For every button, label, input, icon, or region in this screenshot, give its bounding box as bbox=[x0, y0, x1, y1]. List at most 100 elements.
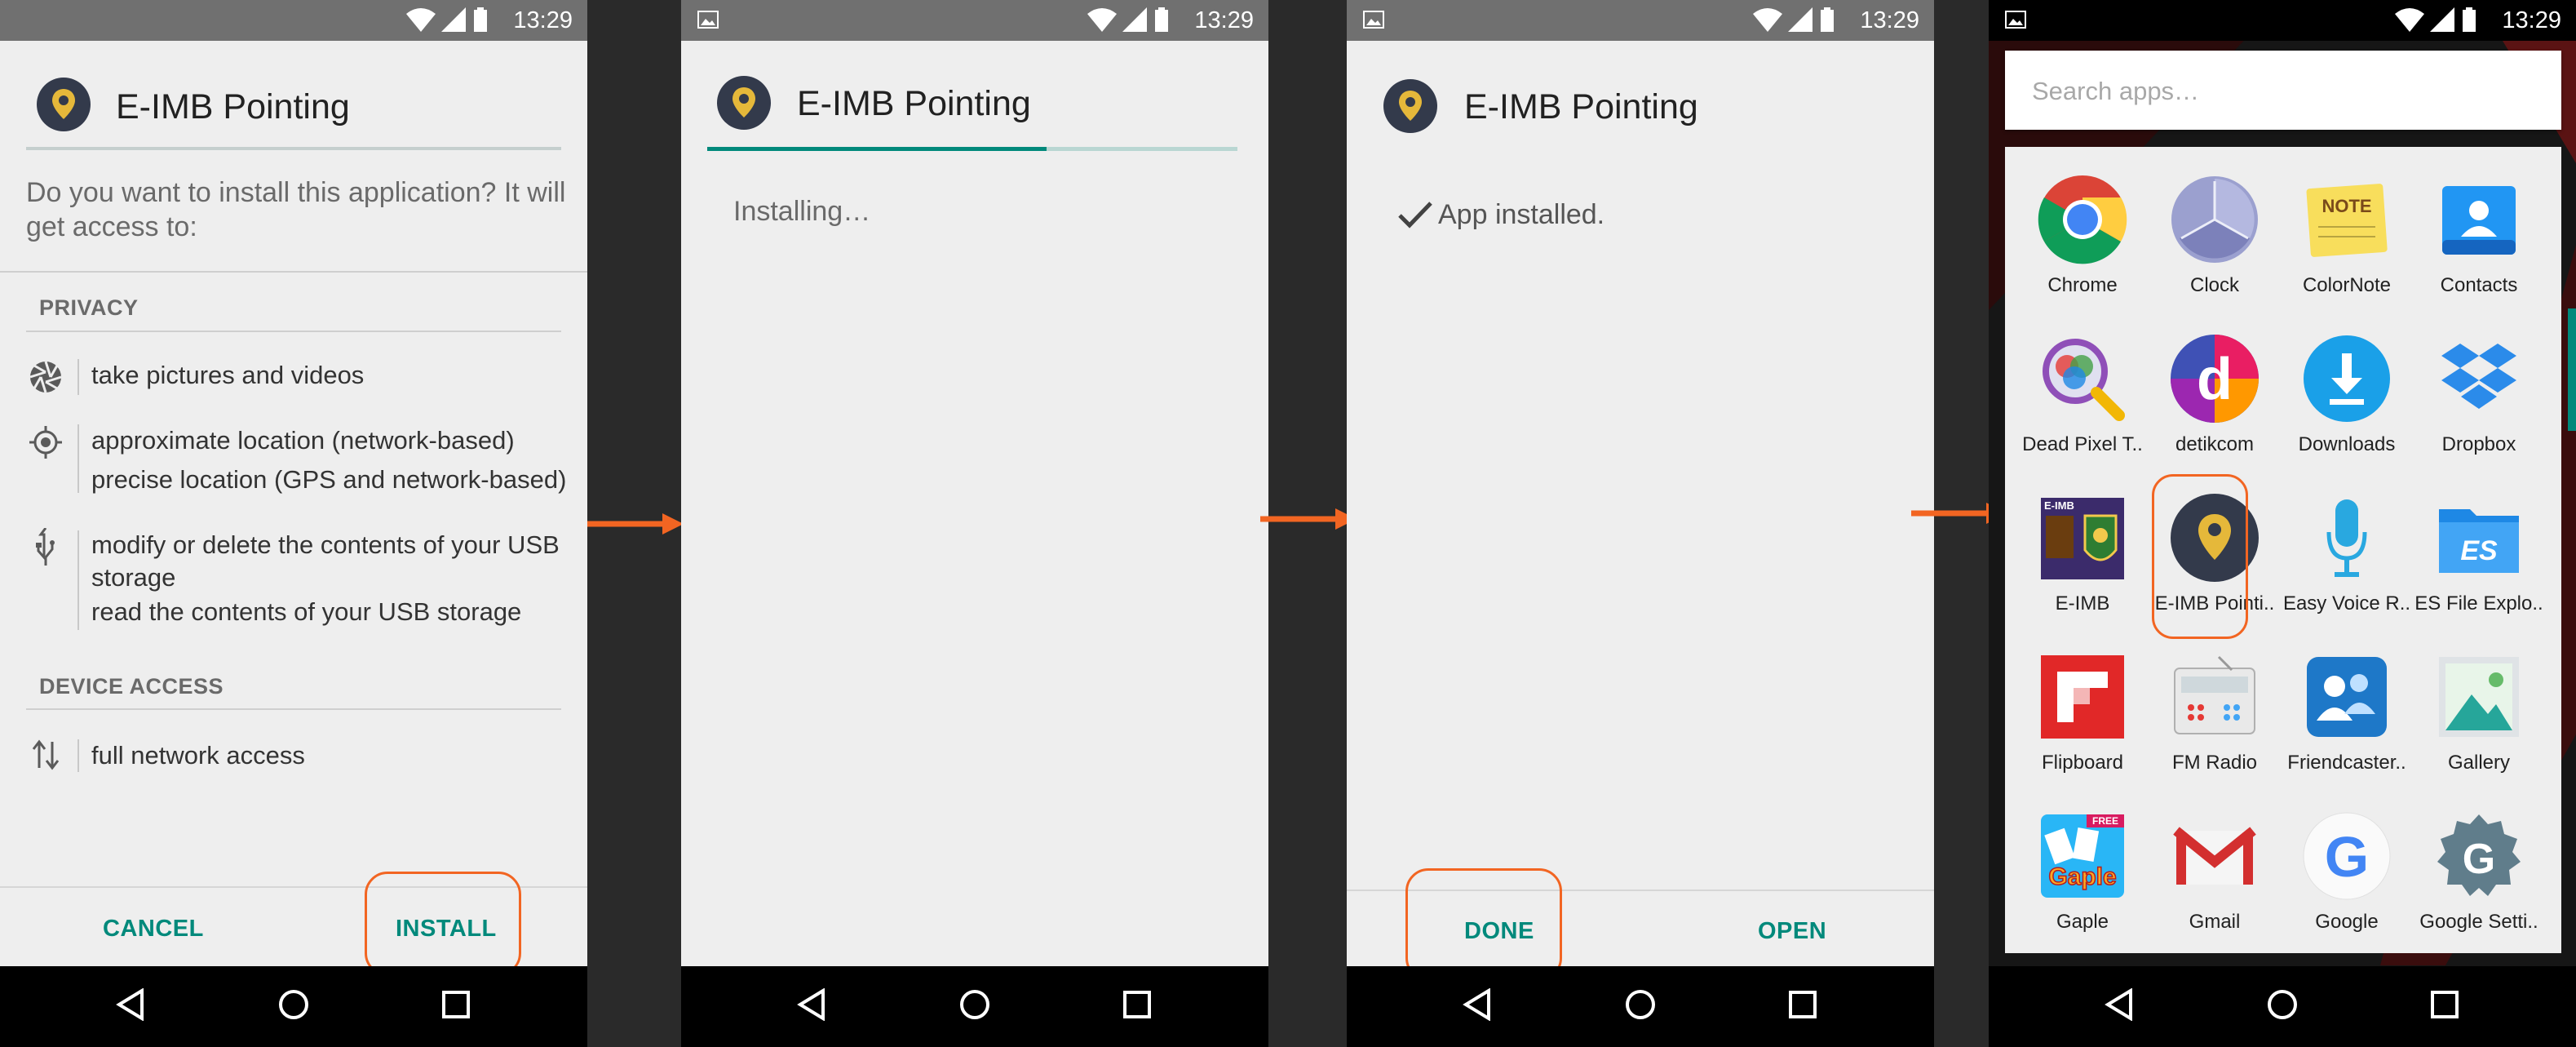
es-file-icon: ES bbox=[2439, 509, 2519, 573]
back-icon[interactable] bbox=[1463, 988, 1492, 1021]
location-crosshair-icon bbox=[29, 426, 62, 459]
app-google[interactable]: G Google bbox=[2282, 783, 2412, 938]
app-logo-icon bbox=[717, 76, 771, 130]
recents-icon[interactable] bbox=[2430, 990, 2459, 1019]
clock-time: 13:29 bbox=[1860, 7, 1919, 33]
app-label: Clock bbox=[2189, 274, 2239, 296]
wifi-icon bbox=[1087, 8, 1117, 32]
flipboard-icon bbox=[2041, 655, 2124, 739]
nav-bar bbox=[1989, 966, 2576, 1047]
app-colornote[interactable]: NOTE ColorNote bbox=[2282, 147, 2412, 302]
app-clock[interactable]: Clock bbox=[2149, 147, 2280, 302]
recents-icon[interactable] bbox=[1122, 990, 1152, 1019]
flow-arrow-icon bbox=[587, 513, 684, 535]
back-icon[interactable] bbox=[116, 988, 145, 1021]
installed-content: E-IMB Pointing App installed. DONE OPEN bbox=[1347, 41, 1934, 981]
status-bar: 13:29 bbox=[1347, 0, 1934, 41]
es-file-icon-text: ES bbox=[2460, 535, 2498, 566]
app-label: Google Setti.. bbox=[2419, 911, 2538, 933]
app-label: Gmail bbox=[2189, 911, 2241, 933]
status-bar: 13:29 bbox=[681, 0, 1268, 41]
app-drawer-screen: 13:29 Search apps… Chrome Clock NOTE Col… bbox=[1989, 0, 2576, 1047]
detikcom-icon-text: d bbox=[2197, 347, 2233, 412]
app-chrome[interactable]: Chrome bbox=[2017, 147, 2148, 302]
gmail-icon bbox=[2173, 827, 2256, 885]
app-easy-voice[interactable]: Easy Voice R.. bbox=[2282, 465, 2412, 620]
image-notification-icon bbox=[697, 11, 719, 29]
google-icon-text: G bbox=[2325, 825, 2369, 889]
home-icon[interactable] bbox=[1624, 988, 1657, 1021]
home-icon[interactable] bbox=[2266, 988, 2299, 1021]
back-icon[interactable] bbox=[797, 988, 826, 1021]
privacy-divider bbox=[26, 331, 561, 332]
app-contacts[interactable]: Contacts bbox=[2414, 147, 2544, 302]
installed-screen: 13:29 E-IMB Pointing App installed. DONE… bbox=[1347, 0, 1934, 1047]
app-logo-icon bbox=[37, 78, 91, 131]
app-dead-pixel[interactable]: Dead Pixel T.. bbox=[2017, 306, 2148, 461]
progress-fill bbox=[707, 147, 1047, 151]
perm-location-precise: precise location (GPS and network-based) bbox=[91, 465, 567, 494]
nav-bar bbox=[681, 966, 1268, 1047]
app-detikcom[interactable]: d detikcom bbox=[2149, 306, 2280, 461]
gallery-icon bbox=[2439, 657, 2519, 737]
app-label: Chrome bbox=[2047, 274, 2118, 296]
perm-storage-modify: modify or delete the contents of your US… bbox=[91, 530, 560, 559]
app-flipboard[interactable]: Flipboard bbox=[2017, 624, 2148, 779]
app-dropbox[interactable]: Dropbox bbox=[2414, 306, 2544, 461]
app-es-file[interactable]: ES ES File Explo.. bbox=[2414, 465, 2544, 620]
app-header: E-IMB Pointing bbox=[681, 76, 1268, 135]
easy-voice-icon bbox=[2326, 499, 2367, 577]
installing-status: Installing… bbox=[733, 196, 871, 227]
search-apps-input[interactable]: Search apps… bbox=[2005, 51, 2561, 130]
wifi-icon bbox=[2395, 8, 2424, 32]
scrollbar-thumb[interactable] bbox=[2568, 308, 2576, 431]
app-header: E-IMB Pointing bbox=[1347, 78, 1934, 135]
clock-icon bbox=[2171, 176, 2258, 263]
cancel-button[interactable]: CANCEL bbox=[103, 916, 204, 943]
app-gaple[interactable]: FREE Gaple Gaple bbox=[2017, 783, 2148, 938]
app-fm-radio[interactable]: FM Radio bbox=[2149, 624, 2280, 779]
app-label: FM Radio bbox=[2171, 752, 2258, 774]
google-icon: G bbox=[2303, 812, 2391, 900]
dead-pixel-icon bbox=[2043, 339, 2125, 421]
app-title: E-IMB Pointing bbox=[1464, 87, 1698, 126]
app-label: ES File Explo.. bbox=[2414, 592, 2543, 614]
app-label: Contacts bbox=[2440, 274, 2518, 296]
status-bar: 13:29 bbox=[1989, 0, 2576, 41]
question-divider bbox=[0, 271, 587, 273]
app-friendcaster[interactable]: Friendcaster.. bbox=[2282, 624, 2412, 779]
battery-icon bbox=[1821, 7, 1834, 32]
open-button[interactable]: OPEN bbox=[1758, 918, 1826, 945]
app-label: Google bbox=[2315, 911, 2379, 933]
app-eimb[interactable]: E-IMB E-IMB bbox=[2017, 465, 2148, 620]
wifi-icon bbox=[1753, 8, 1782, 32]
app-label: ColorNote bbox=[2302, 274, 2392, 296]
google-settings-icon: G bbox=[2437, 814, 2521, 896]
app-gmail[interactable]: Gmail bbox=[2149, 783, 2280, 938]
app-google-settings[interactable]: G Google Setti.. bbox=[2414, 783, 2544, 938]
checkmark-icon bbox=[1398, 202, 1432, 228]
install-highlight-ring bbox=[365, 872, 521, 976]
install-prompt-screen: 13:29 E-IMB Pointing Do you want to inst… bbox=[0, 0, 587, 1047]
recents-icon[interactable] bbox=[1788, 990, 1817, 1019]
google-settings-icon-text: G bbox=[2463, 836, 2495, 883]
back-icon[interactable] bbox=[2105, 988, 2134, 1021]
gaple-icon: FREE Gaple bbox=[2041, 814, 2124, 898]
app-grid: Chrome Clock NOTE ColorNote Contacts Dea… bbox=[2005, 147, 2561, 953]
recents-icon[interactable] bbox=[441, 990, 471, 1019]
image-notification-icon bbox=[1363, 11, 1384, 29]
app-label: Easy Voice R.. bbox=[2282, 592, 2411, 614]
clock-time: 13:29 bbox=[2502, 7, 2561, 33]
app-gallery[interactable]: Gallery bbox=[2414, 624, 2544, 779]
home-icon[interactable] bbox=[958, 988, 991, 1021]
contacts-icon bbox=[2442, 186, 2516, 255]
app-downloads[interactable]: Downloads bbox=[2282, 306, 2412, 461]
app-label: E-IMB bbox=[2055, 592, 2110, 614]
app-label: Friendcaster.. bbox=[2287, 752, 2406, 774]
app-title: E-IMB Pointing bbox=[116, 87, 350, 126]
home-icon[interactable] bbox=[277, 988, 310, 1021]
app-title: E-IMB Pointing bbox=[797, 84, 1031, 123]
search-placeholder: Search apps… bbox=[2032, 77, 2200, 105]
nav-bar bbox=[0, 966, 587, 1047]
eimb-icon: E-IMB bbox=[2041, 498, 2124, 579]
